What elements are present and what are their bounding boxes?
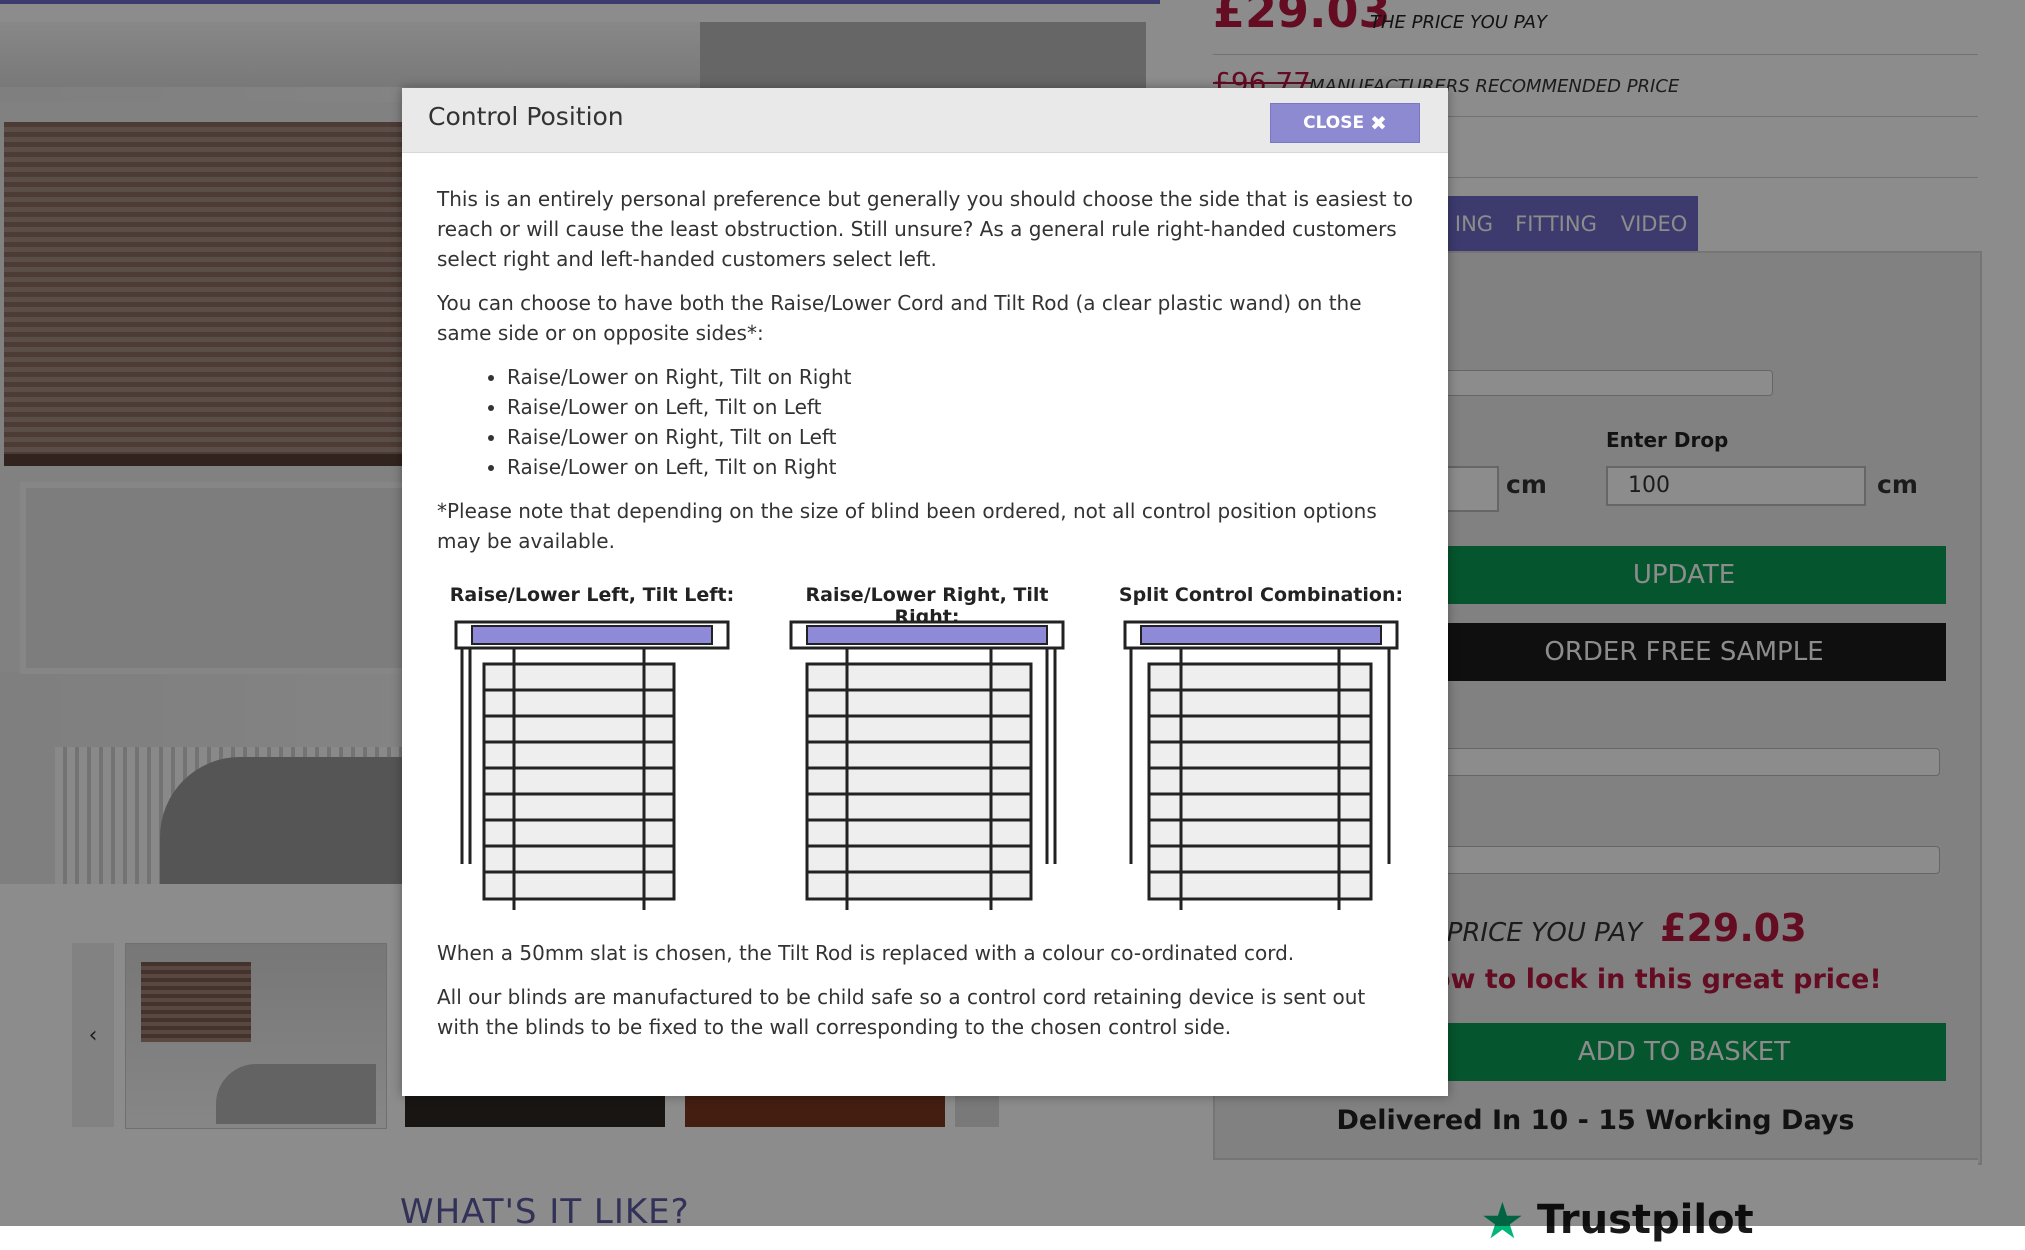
control-position-modal: Control Position CLOSE ✖ This is an enti… [402,88,1448,1096]
close-button[interactable]: CLOSE ✖ [1270,103,1420,143]
blind-diagram-split-icon [1123,620,1399,910]
list-item: Raise/Lower on Right, Tilt on Right [507,362,1413,392]
slat-note: When a 50mm slat is chosen, the Tilt Rod… [437,941,1295,965]
modal-title: Control Position [428,102,624,131]
modal-header: Control Position CLOSE ✖ [402,88,1448,153]
control-options-list: Raise/Lower on Right, Tilt on Right Rais… [437,362,1413,482]
diagram-right-right: Raise/Lower Right, Tilt Right: [777,584,1077,914]
modal-footer-text: When a 50mm slat is chosen, the Tilt Rod… [437,938,1413,1056]
diagram-caption: Raise/Lower Left, Tilt Left: [449,584,735,606]
child-safety-note: All our blinds are manufactured to be ch… [437,985,1366,1039]
list-item: Raise/Lower on Right, Tilt on Left [507,422,1413,452]
intro-paragraph: This is an entirely personal preference … [437,187,1413,271]
close-icon: ✖ [1370,111,1387,135]
close-label: CLOSE [1303,113,1365,133]
availability-note: *Please note that depending on the size … [437,499,1377,553]
control-diagrams: Raise/Lower Left, Tilt Left: Raise/Lower… [402,584,1448,914]
list-item: Raise/Lower on Left, Tilt on Left [507,392,1413,422]
diagram-left-left: Raise/Lower Left, Tilt Left: [442,584,742,914]
blind-diagram-left-icon [454,620,730,910]
choose-paragraph: You can choose to have both the Raise/Lo… [437,291,1362,345]
blind-diagram-right-icon [789,620,1065,910]
diagram-split: Split Control Combination: [1111,584,1411,914]
modal-body: This is an entirely personal preference … [437,184,1413,570]
diagram-caption: Split Control Combination: [1118,584,1404,606]
list-item: Raise/Lower on Left, Tilt on Right [507,452,1413,482]
